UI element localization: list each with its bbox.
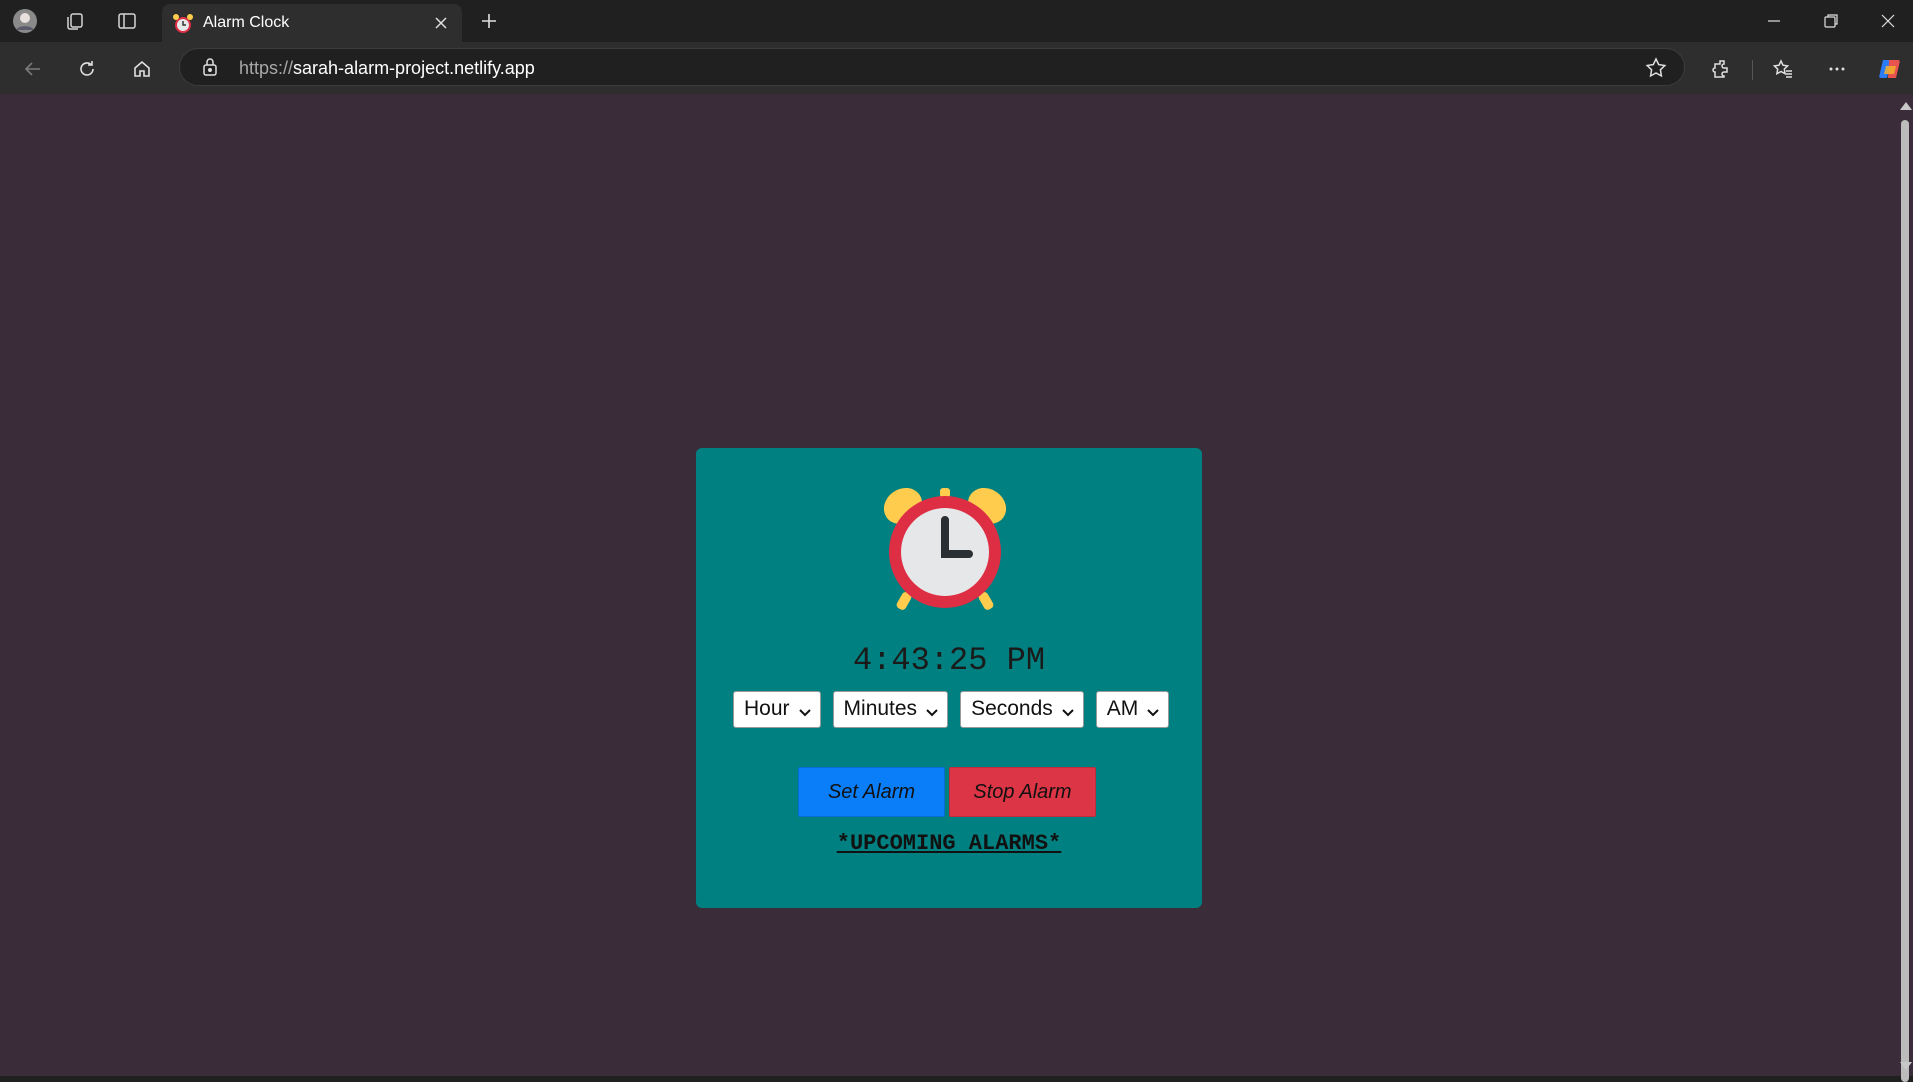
home-icon[interactable] — [127, 54, 157, 84]
extensions-icon[interactable] — [1707, 54, 1737, 84]
refresh-icon[interactable] — [72, 54, 102, 84]
minutes-select[interactable]: Minutes — [832, 691, 949, 728]
back-arrow-icon[interactable] — [18, 54, 48, 84]
alarm-clock-icon — [879, 484, 1011, 616]
url-host: sarah-alarm-project.netlify.app — [293, 58, 535, 78]
alarm-clock-favicon-icon — [172, 13, 194, 35]
ampm-select-value: AM — [1106, 697, 1139, 720]
toolbar-separator — [1752, 60, 1753, 80]
tab-title: Alarm Clock — [203, 14, 290, 31]
stop-alarm-button[interactable]: Stop Alarm — [949, 767, 1096, 817]
chevron-down-icon — [1061, 701, 1075, 717]
profile-avatar-icon[interactable] — [12, 8, 38, 34]
lock-icon[interactable] — [200, 57, 220, 77]
browser-toolbar: https://sarah-alarm-project.netlify.app — [0, 42, 1913, 94]
more-options-icon[interactable] — [1822, 54, 1852, 84]
chevron-down-icon — [798, 701, 812, 717]
browser-titlebar: Alarm Clock — [0, 0, 1913, 42]
scroll-thumb[interactable] — [1901, 120, 1909, 1082]
minimize-icon[interactable] — [1759, 6, 1789, 36]
address-bar[interactable]: https://sarah-alarm-project.netlify.app — [179, 48, 1685, 86]
alarm-card: 4:43:25 PM Hour Minutes Seconds AM Set A… — [696, 448, 1202, 908]
ampm-select[interactable]: AM — [1095, 691, 1170, 728]
restore-icon[interactable] — [1816, 6, 1846, 36]
seconds-select[interactable]: Seconds — [960, 691, 1084, 728]
url-scheme: https:// — [239, 58, 294, 78]
page-scrollbar[interactable] — [1896, 94, 1913, 1082]
current-time: 4:43:25 PM — [852, 642, 1046, 679]
scroll-down-arrow-icon[interactable] — [1900, 1062, 1912, 1070]
minutes-select-value: Minutes — [843, 697, 918, 720]
page-viewport: 4:43:25 PM Hour Minutes Seconds AM Set A… — [0, 94, 1896, 1076]
chevron-down-icon — [1146, 701, 1160, 717]
close-window-icon[interactable] — [1873, 6, 1903, 36]
url-text[interactable]: https://sarah-alarm-project.netlify.app — [239, 58, 535, 79]
upcoming-alarms-heading: *UPCOMING ALARMS* — [836, 831, 1062, 856]
tab-close-icon[interactable] — [430, 12, 452, 34]
tab-alarm-clock[interactable]: Alarm Clock — [162, 4, 462, 42]
copilot-icon[interactable] — [1875, 54, 1905, 84]
favorites-icon[interactable] — [1768, 54, 1798, 84]
alarm-time-selects: Hour Minutes Seconds AM — [733, 691, 1170, 728]
hour-select-value: Hour — [744, 697, 790, 720]
collections-icon[interactable] — [62, 8, 88, 34]
set-alarm-button[interactable]: Set Alarm — [798, 767, 945, 817]
hour-select[interactable]: Hour — [733, 691, 821, 728]
chevron-down-icon — [925, 701, 939, 717]
favorite-star-icon[interactable] — [1644, 56, 1668, 80]
scroll-up-arrow-icon[interactable] — [1900, 102, 1912, 110]
new-tab-icon[interactable] — [476, 8, 502, 34]
seconds-select-value: Seconds — [971, 697, 1053, 720]
tab-actions-icon[interactable] — [114, 8, 140, 34]
